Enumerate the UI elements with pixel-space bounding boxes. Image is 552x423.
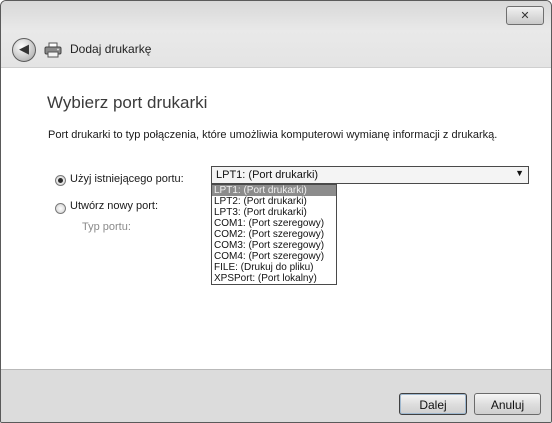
port-option[interactable]: COM4: (Port szeregowy) xyxy=(212,251,336,262)
window-title: Dodaj drukarkę xyxy=(70,42,152,56)
next-button[interactable]: Dalej xyxy=(399,393,467,415)
intro-text: Port drukarki to typ połączenia, które u… xyxy=(48,129,498,141)
port-option[interactable]: COM3: (Port szeregowy) xyxy=(212,240,336,251)
title-bar: ✕ ◀ Dodaj drukarkę xyxy=(1,1,551,67)
existing-port-label[interactable]: Użyj istniejącego portu: xyxy=(70,173,184,185)
port-select[interactable]: LPT1: (Port drukarki) ▼ xyxy=(211,166,529,184)
port-option[interactable]: LPT2: (Port drukarki) xyxy=(212,196,336,207)
wizard-content: Wybierz port drukarki Port drukarki to t… xyxy=(1,67,551,369)
port-option[interactable]: XPSPort: (Port lokalny) xyxy=(212,273,336,284)
back-arrow-icon: ◀ xyxy=(19,42,29,57)
close-button[interactable]: ✕ xyxy=(506,6,544,25)
add-printer-window: ✕ ◀ Dodaj drukarkę Wybierz port drukarki… xyxy=(0,0,552,423)
existing-port-radio[interactable] xyxy=(55,175,66,186)
close-icon: ✕ xyxy=(520,9,530,22)
printer-icon xyxy=(44,42,62,58)
port-select-value: LPT1: (Port drukarki) xyxy=(216,169,319,181)
wizard-footer: Dalej Anuluj xyxy=(1,369,551,422)
port-option[interactable]: FILE: (Drukuj do pliku) xyxy=(212,262,336,273)
back-button[interactable]: ◀ xyxy=(12,38,36,62)
port-option[interactable]: COM1: (Port szeregowy) xyxy=(212,218,336,229)
new-port-radio[interactable] xyxy=(55,203,66,214)
port-option[interactable]: LPT1: (Port drukarki) xyxy=(212,185,336,196)
port-option[interactable]: COM2: (Port szeregowy) xyxy=(212,229,336,240)
chevron-down-icon: ▼ xyxy=(515,168,524,178)
page-heading: Wybierz port drukarki xyxy=(47,93,208,112)
port-dropdown-list: LPT1: (Port drukarki) LPT2: (Port drukar… xyxy=(211,184,337,285)
new-port-label[interactable]: Utwórz nowy port: xyxy=(70,200,158,212)
port-type-label: Typ portu: xyxy=(82,221,131,233)
port-option[interactable]: LPT3: (Port drukarki) xyxy=(212,207,336,218)
cancel-button[interactable]: Anuluj xyxy=(474,393,541,415)
